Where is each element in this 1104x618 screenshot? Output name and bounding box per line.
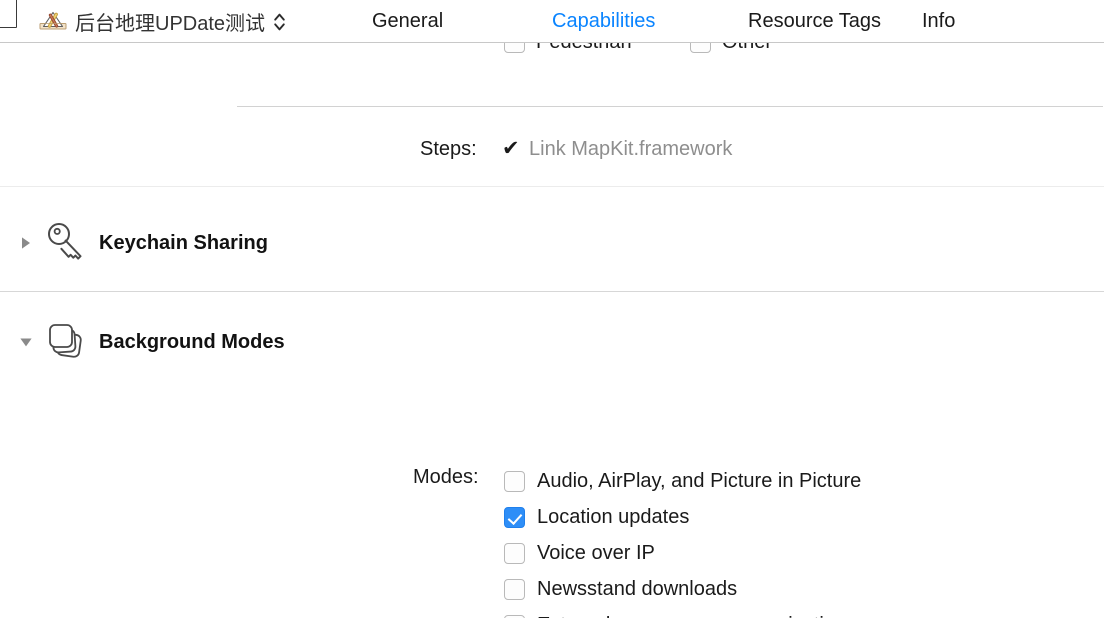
checkbox-label-newsstand-downloads: Newsstand downloads (537, 577, 738, 600)
tab-general[interactable]: General (372, 10, 552, 33)
checkbox-newsstand-downloads[interactable] (504, 578, 525, 600)
steps-label: Steps: (420, 138, 477, 160)
xcode-icon (39, 11, 67, 29)
divider-between-sections (0, 291, 1104, 292)
checkbox-item-audio-airplay[interactable]: Audio, AirPlay, and Picture in Picture (504, 463, 1064, 499)
checkbox-other[interactable] (690, 43, 711, 53)
maps-routing-checkbox-row: Pedestrian Other (0, 43, 1104, 65)
section-title-background-modes: Background Modes (99, 330, 285, 353)
checkbox-label-other: Other (722, 43, 772, 54)
checkbox-label-voice-over-ip: Voice over IP (537, 541, 655, 564)
triangle-down-icon[interactable] (18, 334, 34, 350)
checkbox-audio-airplay[interactable] (504, 470, 525, 492)
steps-check-icon: ✔ (502, 137, 520, 160)
tab-info[interactable]: Info (922, 10, 1042, 33)
background-modes-list: Audio, AirPlay, and Picture in Picture L… (504, 463, 1064, 618)
modes-label: Modes: (413, 466, 479, 488)
checkbox-pedestrian[interactable] (504, 43, 525, 53)
section-title-keychain-sharing: Keychain Sharing (99, 231, 268, 254)
divider-above-steps (237, 106, 1103, 107)
checkbox-item-other[interactable]: Other (690, 43, 772, 54)
checkbox-item-voice-over-ip[interactable]: Voice over IP (504, 535, 1064, 571)
selection-outline (0, 0, 17, 28)
tab-capabilities[interactable]: Capabilities (552, 10, 748, 33)
stacked-squares-icon (49, 324, 82, 358)
checkbox-label-external-accessory: External accessory communication (537, 614, 846, 618)
checkbox-item-location-updates[interactable]: Location updates (504, 499, 1064, 535)
checkbox-location-updates[interactable] (504, 506, 525, 528)
steps-item-link-mapkit: Link MapKit.framework (529, 138, 733, 160)
checkbox-external-accessory[interactable] (504, 614, 525, 618)
project-name: 后台地理UPDate测试 (75, 13, 266, 35)
key-icon (48, 223, 82, 260)
divider-below-maps-section (0, 186, 1104, 187)
checkbox-item-newsstand-downloads[interactable]: Newsstand downloads (504, 571, 1064, 607)
triangle-right-icon[interactable] (18, 235, 34, 251)
checkbox-item-pedestrian[interactable]: Pedestrian (504, 43, 632, 54)
section-header-background-modes[interactable]: Background Modes (0, 320, 1104, 364)
checkbox-label-audio-airplay: Audio, AirPlay, and Picture in Picture (537, 469, 862, 492)
checkbox-label-pedestrian: Pedestrian (536, 43, 632, 54)
editor-header-bar: 后台地理UPDate测试 General Capabilities Resour… (0, 0, 1104, 43)
capabilities-content: Pedestrian Other Steps: ✔ Link MapKit.fr… (0, 43, 1104, 618)
section-header-keychain-sharing[interactable]: Keychain Sharing (0, 221, 1104, 265)
project-selector[interactable]: 后台地理UPDate测试 (38, 0, 286, 42)
checkbox-item-external-accessory[interactable]: External accessory communication (504, 607, 1064, 618)
up-down-chevron-icon[interactable] (273, 11, 286, 33)
checkbox-label-location-updates: Location updates (537, 505, 690, 528)
editor-tab-bar: General Capabilities Resource Tags Info (372, 0, 1042, 42)
tab-resource-tags[interactable]: Resource Tags (748, 10, 922, 33)
checkbox-voice-over-ip[interactable] (504, 542, 525, 564)
